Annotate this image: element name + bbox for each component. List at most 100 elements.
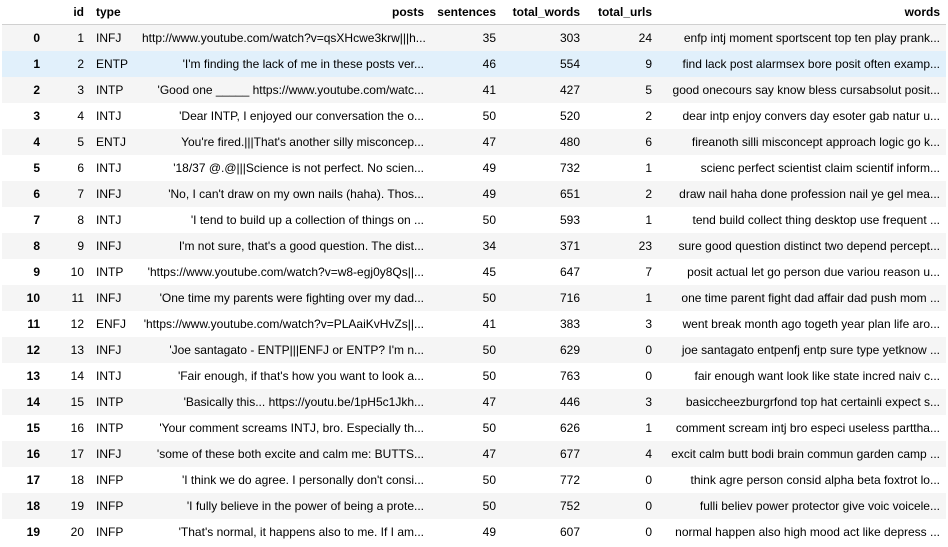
cell-words: fair enough want look like state incred …: [694, 368, 940, 383]
cell-words: tend build collect thing desktop use fre…: [692, 212, 941, 227]
cell-posts: 'One time my parents were fighting over …: [159, 290, 424, 305]
table-row[interactable]: 19 20 INFP 'That's normal, it happens also …: [2, 518, 946, 545]
row-index: 15: [26, 420, 40, 435]
cell-total-words: 626: [559, 420, 580, 435]
cell-sentences: 50: [482, 472, 496, 487]
cell-sentences: 50: [482, 498, 496, 513]
table-row[interactable]: 18 19 INFP 'I fully believe in the power of…: [2, 492, 946, 519]
table-row[interactable]: 7 8 INTJ 'I tend to build up a collection o…: [2, 206, 946, 233]
cell-sentences: 50: [482, 368, 496, 383]
cell-id: 11: [71, 290, 84, 305]
cell-total-words: 629: [559, 342, 580, 357]
cell-type: INTP: [96, 394, 124, 409]
cell-sentences: 49: [482, 524, 496, 539]
cell-total-urls: 0: [645, 368, 652, 383]
cell-type: INTJ: [96, 108, 122, 123]
cell-words: find lack post alarmsex bore posit often…: [682, 56, 940, 71]
cell-total-urls: 4: [645, 446, 652, 461]
table-row[interactable]: 6 7 INFJ 'No, I can't draw on my own nails …: [2, 180, 946, 207]
cell-posts: I'm not sure, that's a good question. Th…: [178, 238, 424, 253]
table-row[interactable]: 3 4 INTJ 'Dear INTP, I enjoyed our conversa…: [2, 102, 946, 129]
table-row[interactable]: 1 2 ENTP 'I'm finding the lack of me in the…: [2, 50, 946, 77]
column-header-words: words: [658, 0, 946, 25]
table-row[interactable]: 2 3 INTP 'Good one _____ https://www.youtub…: [2, 76, 946, 103]
cell-posts: 'No, I can't draw on my own nails (haha)…: [168, 186, 424, 201]
dataframe-table: id type posts sentences total_words tota…: [2, 0, 946, 545]
row-index: 18: [26, 498, 40, 513]
table-row[interactable]: 12 13 INFJ 'Joe santagato - ENTP|||ENFJ or …: [2, 336, 946, 363]
cell-sentences: 50: [482, 342, 496, 357]
table-row[interactable]: 4 5 ENTJ You're fired.|||That's another sil…: [2, 128, 946, 155]
cell-total-words: 520: [559, 108, 580, 123]
index-header: [2, 0, 46, 25]
cell-total-urls: 2: [645, 108, 652, 123]
table-row[interactable]: 9 10 INTP 'https://www.youtube.com/watch?v=…: [2, 258, 946, 285]
cell-total-urls: 3: [645, 394, 652, 409]
cell-total-words: 651: [559, 186, 580, 201]
cell-total-words: 677: [559, 446, 580, 461]
cell-sentences: 46: [482, 56, 496, 71]
cell-words: went break month ago togeth year plan li…: [682, 316, 941, 331]
table-row[interactable]: 13 14 INTJ 'Fair enough, if that's how you …: [2, 362, 946, 389]
row-index: 1: [33, 56, 40, 71]
cell-type: INTP: [96, 264, 124, 279]
column-header-total-urls: total_urls: [586, 0, 658, 25]
cell-words: dear intp enjoy convers day esoter gab n…: [682, 108, 941, 123]
row-index: 5: [33, 160, 40, 175]
cell-total-words: 607: [559, 524, 580, 539]
table-row[interactable]: 15 16 INTP 'Your comment screams INTJ, bro.…: [2, 414, 946, 441]
cell-type: INFJ: [96, 290, 122, 305]
cell-sentences: 50: [482, 420, 496, 435]
cell-id: 1: [77, 30, 84, 45]
table-row[interactable]: 17 18 INFP 'I think we do agree. I personal…: [2, 466, 946, 493]
cell-sentences: 49: [482, 160, 496, 175]
cell-words: posit actual let go person due variou re…: [687, 264, 940, 279]
row-index: 14: [26, 394, 40, 409]
row-index: 16: [26, 446, 40, 461]
table-row[interactable]: 0 1 INFJ http://www.youtube.com/watch?v=qsX…: [2, 24, 946, 51]
cell-words: normal happen also high mood act like de…: [675, 524, 940, 539]
cell-id: 8: [77, 212, 84, 227]
row-index: 0: [33, 30, 40, 45]
cell-id: 4: [77, 108, 84, 123]
table-row[interactable]: 10 11 INFJ 'One time my parents were fighti…: [2, 284, 946, 311]
table-row[interactable]: 5 6 INTJ '18/37 @.@|||Science is not perfec…: [2, 154, 946, 181]
cell-id: 12: [70, 316, 84, 331]
cell-total-words: 303: [559, 30, 580, 45]
cell-posts: 'I fully believe in the power of being a…: [186, 498, 424, 513]
cell-total-urls: 0: [645, 342, 652, 357]
cell-sentences: 50: [482, 108, 496, 123]
cell-id: 13: [70, 342, 84, 357]
cell-total-words: 763: [559, 368, 580, 383]
table-row[interactable]: 16 17 INFJ 'some of these both excite and c…: [2, 440, 946, 467]
cell-type: INTP: [96, 420, 124, 435]
cell-words: draw nail haha done profession nail ye g…: [679, 186, 940, 201]
cell-posts: http://www.youtube.com/watch?v=qsXHcwe3k…: [142, 30, 426, 45]
cell-words: good onecours say know bless cursabsolut…: [672, 82, 940, 97]
row-index: 11: [27, 316, 40, 331]
cell-id: 9: [77, 238, 84, 253]
cell-total-words: 647: [559, 264, 580, 279]
cell-posts: 'I'm finding the lack of me in these pos…: [182, 56, 424, 71]
cell-posts: 'some of these both excite and calm me: …: [156, 446, 424, 461]
cell-total-words: 371: [559, 238, 580, 253]
cell-posts: 'That's normal, it happens also to me. I…: [178, 524, 424, 539]
column-header-total-words: total_words: [502, 0, 586, 25]
cell-posts: 'Fair enough, if that's how you want to …: [177, 368, 424, 383]
cell-sentences: 47: [482, 394, 496, 409]
cell-sentences: 45: [482, 264, 496, 279]
cell-words: fulli believ power protector give voic v…: [699, 498, 940, 513]
row-index: 12: [26, 342, 40, 357]
table-header: id type posts sentences total_words tota…: [2, 0, 946, 25]
column-header-id: id: [46, 0, 90, 25]
table-row[interactable]: 14 15 INTP 'Basically this... https://youtu…: [2, 388, 946, 415]
row-index: 10: [26, 290, 40, 305]
cell-id: 5: [77, 134, 84, 149]
cell-words: joe santagato entpenfj entp sure type ye…: [681, 342, 940, 357]
cell-total-words: 752: [559, 498, 580, 513]
table-row[interactable]: 8 9 INFJ I'm not sure, that's a good questi…: [2, 232, 946, 259]
table-row[interactable]: 11 12 ENFJ 'https://www.youtube.com/watch?v…: [2, 310, 946, 337]
cell-id: 16: [70, 420, 84, 435]
cell-total-urls: 1: [645, 420, 652, 435]
row-index: 17: [26, 472, 40, 487]
